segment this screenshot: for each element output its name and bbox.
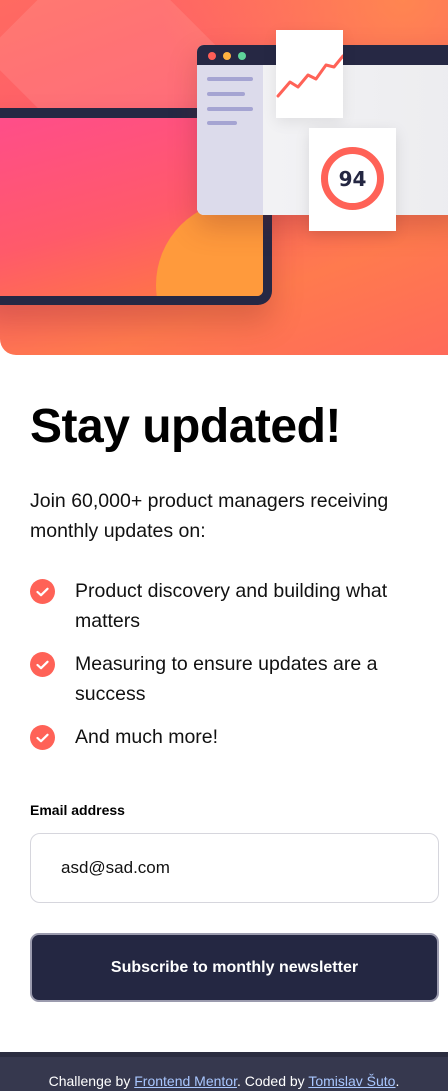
email-label: Email address — [30, 802, 125, 818]
list-item: Measuring to ensure updates are a succes… — [30, 649, 422, 709]
feature-text: Product discovery and building what matt… — [75, 580, 388, 632]
intro-text: Join 60,000+ product managers receiving … — [30, 490, 389, 542]
attribution-prefix: Challenge by — [48, 1073, 135, 1089]
trend-graph-icon — [276, 54, 345, 98]
sidebar-line — [207, 107, 253, 111]
feature-text: Measuring to ensure updates are a succes… — [75, 653, 378, 705]
attribution-middle: . Coded by — [236, 1073, 309, 1089]
list-item: And much more! — [30, 722, 422, 752]
attribution-footer: Challenge by Frontend Mentor. Coded by T… — [0, 1052, 448, 1091]
score-ring-icon: 94 — [321, 147, 384, 210]
sidebar-line — [207, 121, 237, 125]
author-link[interactable]: Tomislav Šuto — [308, 1073, 395, 1089]
hero-illustration: 94 — [0, 0, 448, 355]
browser-sidebar — [197, 65, 263, 215]
subscribe-button[interactable]: Subscribe to monthly newsletter — [30, 933, 439, 1002]
score-value: 94 — [338, 166, 367, 191]
check-icon — [30, 725, 55, 750]
minimize-dot-icon — [223, 52, 231, 60]
sidebar-line — [207, 77, 253, 81]
sidebar-line — [207, 92, 245, 96]
attribution-suffix: . — [395, 1073, 400, 1089]
page-title: Stay updated! — [30, 400, 341, 453]
maximize-dot-icon — [238, 52, 246, 60]
feature-text: And much more! — [75, 726, 219, 748]
frontend-mentor-link[interactable]: Frontend Mentor — [134, 1073, 237, 1089]
feature-list: Product discovery and building what matt… — [30, 576, 422, 752]
email-field[interactable] — [30, 833, 439, 903]
trend-graph-card — [276, 30, 345, 118]
check-icon — [30, 579, 55, 604]
close-dot-icon — [208, 52, 216, 60]
score-card: 94 — [309, 128, 396, 231]
check-icon — [30, 652, 55, 677]
list-item: Product discovery and building what matt… — [30, 576, 422, 636]
